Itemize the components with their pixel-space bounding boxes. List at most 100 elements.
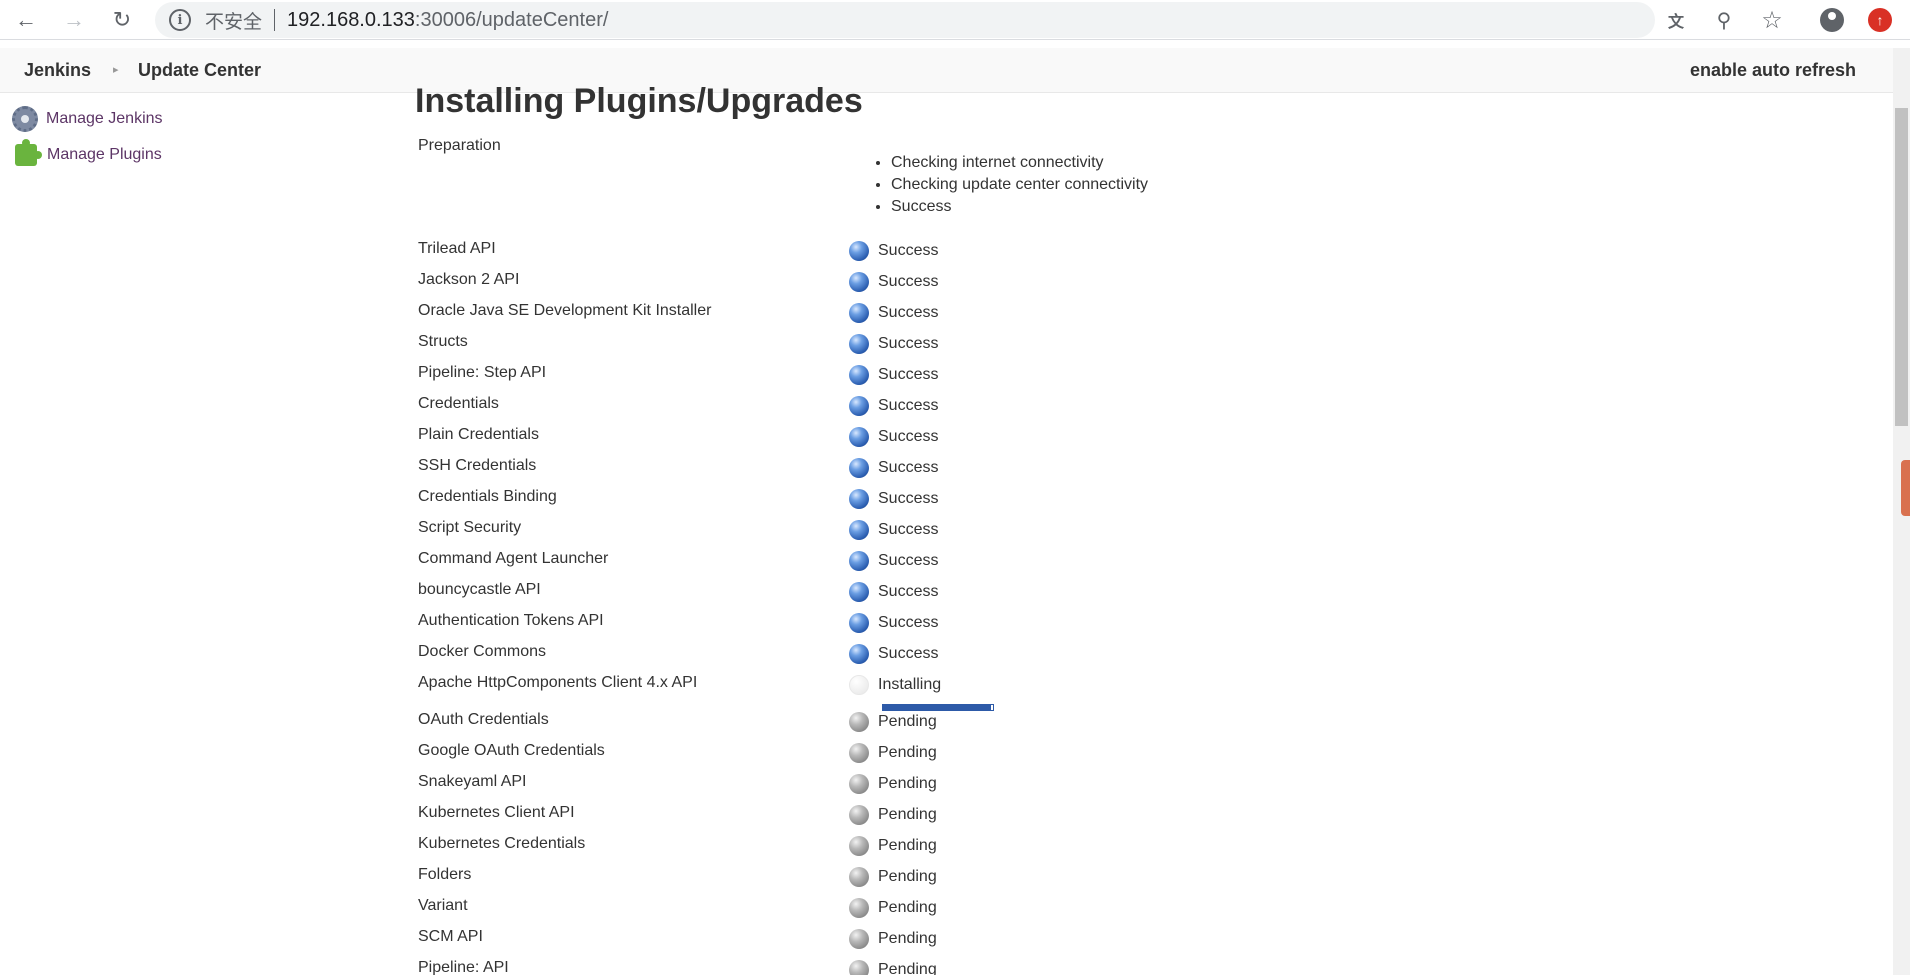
sidebar-item-manage-jenkins[interactable]: Manage Jenkins <box>12 106 163 132</box>
status-success-icon <box>849 334 869 354</box>
plugin-status: Pending <box>849 743 937 763</box>
status-success-icon <box>849 644 869 664</box>
plugin-status-text: Success <box>878 521 939 538</box>
status-pending-icon <box>849 774 869 794</box>
info-icon[interactable]: i <box>169 9 191 31</box>
plugin-status: Success <box>849 551 938 571</box>
plugin-row: Script Security Success <box>418 519 1118 545</box>
plugin-row: Variant Pending <box>418 897 1118 923</box>
status-success-icon <box>849 582 869 602</box>
plugin-status-text: Installing <box>878 676 942 693</box>
plugin-name: Kubernetes Credentials <box>418 835 586 852</box>
profile-icon[interactable] <box>1818 6 1846 34</box>
plugin-row: OAuth Credentials Pending <box>418 711 1118 737</box>
plugin-name: Pipeline: Step API <box>418 364 547 381</box>
page-title: Installing Plugins/Upgrades <box>415 82 863 120</box>
status-installing-icon <box>849 675 869 695</box>
plugin-row: Structs Success <box>418 333 1118 359</box>
plugin-status: Pending <box>849 960 937 975</box>
breadcrumb-arrow-icon[interactable]: ▸ <box>113 63 119 76</box>
plugin-name: Command Agent Launcher <box>418 550 609 567</box>
preparation-step: Checking update center connectivity <box>891 174 1148 196</box>
plugin-name: bouncycastle API <box>418 581 541 598</box>
plugin-status: Pending <box>849 836 937 856</box>
plugin-name: Variant <box>418 897 468 914</box>
sidebar-item-manage-plugins[interactable]: Manage Plugins <box>15 139 162 166</box>
status-success-icon <box>849 489 869 509</box>
plugin-row: Authentication Tokens API Success <box>418 612 1118 638</box>
reload-icon[interactable]: ↻ <box>108 6 136 34</box>
scrollbar-thumb[interactable] <box>1895 108 1908 426</box>
star-icon[interactable]: ☆ <box>1758 6 1786 34</box>
plugin-status: Success <box>849 644 938 664</box>
plugin-status: Success <box>849 489 938 509</box>
plugin-row: SCM API Pending <box>418 928 1118 954</box>
status-success-icon <box>849 365 869 385</box>
plugin-row: Google OAuth Credentials Pending <box>418 742 1118 768</box>
plugin-status: Pending <box>849 712 937 732</box>
plugin-name: Script Security <box>418 519 522 536</box>
status-pending-icon <box>849 836 869 856</box>
plugin-status: Success <box>849 334 938 354</box>
plugin-name: Oracle Java SE Development Kit Installer <box>418 302 712 319</box>
browser-toolbar: ← → ↻ i 不安全 192.168.0.133:30006/updateCe… <box>0 0 1910 40</box>
plugin-name: Snakeyaml API <box>418 773 527 790</box>
status-success-icon <box>849 458 869 478</box>
plugin-row: Folders Pending <box>418 866 1118 892</box>
plugin-status: Pending <box>849 867 937 887</box>
status-success-icon <box>849 613 869 633</box>
status-pending-icon <box>849 929 869 949</box>
plugin-status-text: Success <box>878 273 939 290</box>
plugin-status: Success <box>849 365 938 385</box>
plugin-name: Apache HttpComponents Client 4.x API <box>418 674 698 691</box>
plugin-status-text: Success <box>878 552 939 569</box>
plugin-status: Success <box>849 303 938 323</box>
status-pending-icon <box>849 898 869 918</box>
plugin-status: Success <box>849 582 938 602</box>
breadcrumb-jenkins[interactable]: Jenkins <box>24 60 91 81</box>
back-icon[interactable]: ← <box>12 6 40 34</box>
plugin-status-text: Success <box>878 242 939 259</box>
extension-tab[interactable] <box>1901 460 1910 516</box>
plugin-status-text: Success <box>878 335 939 352</box>
zoom-icon[interactable]: ⚲ <box>1710 6 1738 34</box>
preparation-step: Success <box>891 196 1148 218</box>
plugin-name: Credentials <box>418 395 499 412</box>
puzzle-icon <box>15 139 42 166</box>
enable-auto-refresh-link[interactable]: enable auto refresh <box>1690 60 1856 81</box>
plugin-status: Success <box>849 458 938 478</box>
address-separator <box>274 9 276 31</box>
forward-icon[interactable]: → <box>60 6 88 34</box>
plugin-row: Docker Commons Success <box>418 643 1118 669</box>
plugin-name: Docker Commons <box>418 643 547 660</box>
plugin-status: Pending <box>849 805 937 825</box>
url-path: :30006/updateCenter/ <box>414 8 609 31</box>
sidebar-item-label: Manage Plugins <box>47 146 162 163</box>
plugin-status-text: Pending <box>878 806 937 823</box>
plugin-row: Credentials Binding Success <box>418 488 1118 514</box>
plugin-row: Credentials Success <box>418 395 1118 421</box>
plugin-status-text: Success <box>878 366 939 383</box>
plugin-name: Pipeline: API <box>418 959 509 975</box>
update-icon[interactable]: ↑ <box>1866 6 1894 34</box>
sidebar-item-label: Manage Jenkins <box>46 110 163 127</box>
plugin-status: Pending <box>849 929 937 949</box>
status-pending-icon <box>849 805 869 825</box>
plugin-row: SSH Credentials Success <box>418 457 1118 483</box>
plugin-status-text: Success <box>878 583 939 600</box>
status-pending-icon <box>849 867 869 887</box>
plugin-name: Credentials Binding <box>418 488 557 505</box>
address-bar[interactable]: i 不安全 192.168.0.133:30006/updateCenter/ <box>155 2 1655 38</box>
breadcrumb-update-center[interactable]: Update Center <box>138 60 261 81</box>
plugin-name: Trilead API <box>418 240 496 257</box>
plugin-name: Folders <box>418 866 472 883</box>
plugin-status-text: Pending <box>878 961 937 975</box>
status-success-icon <box>849 272 869 292</box>
preparation-step: Checking internet connectivity <box>891 152 1148 174</box>
translate-icon[interactable]: 文 <box>1662 6 1690 34</box>
plugin-status: Success <box>849 520 938 540</box>
plugin-row: Trilead API Success <box>418 240 1118 266</box>
insecure-label: 不安全 <box>205 10 263 33</box>
plugin-status: Success <box>849 396 938 416</box>
plugin-status-text: Pending <box>878 899 937 916</box>
